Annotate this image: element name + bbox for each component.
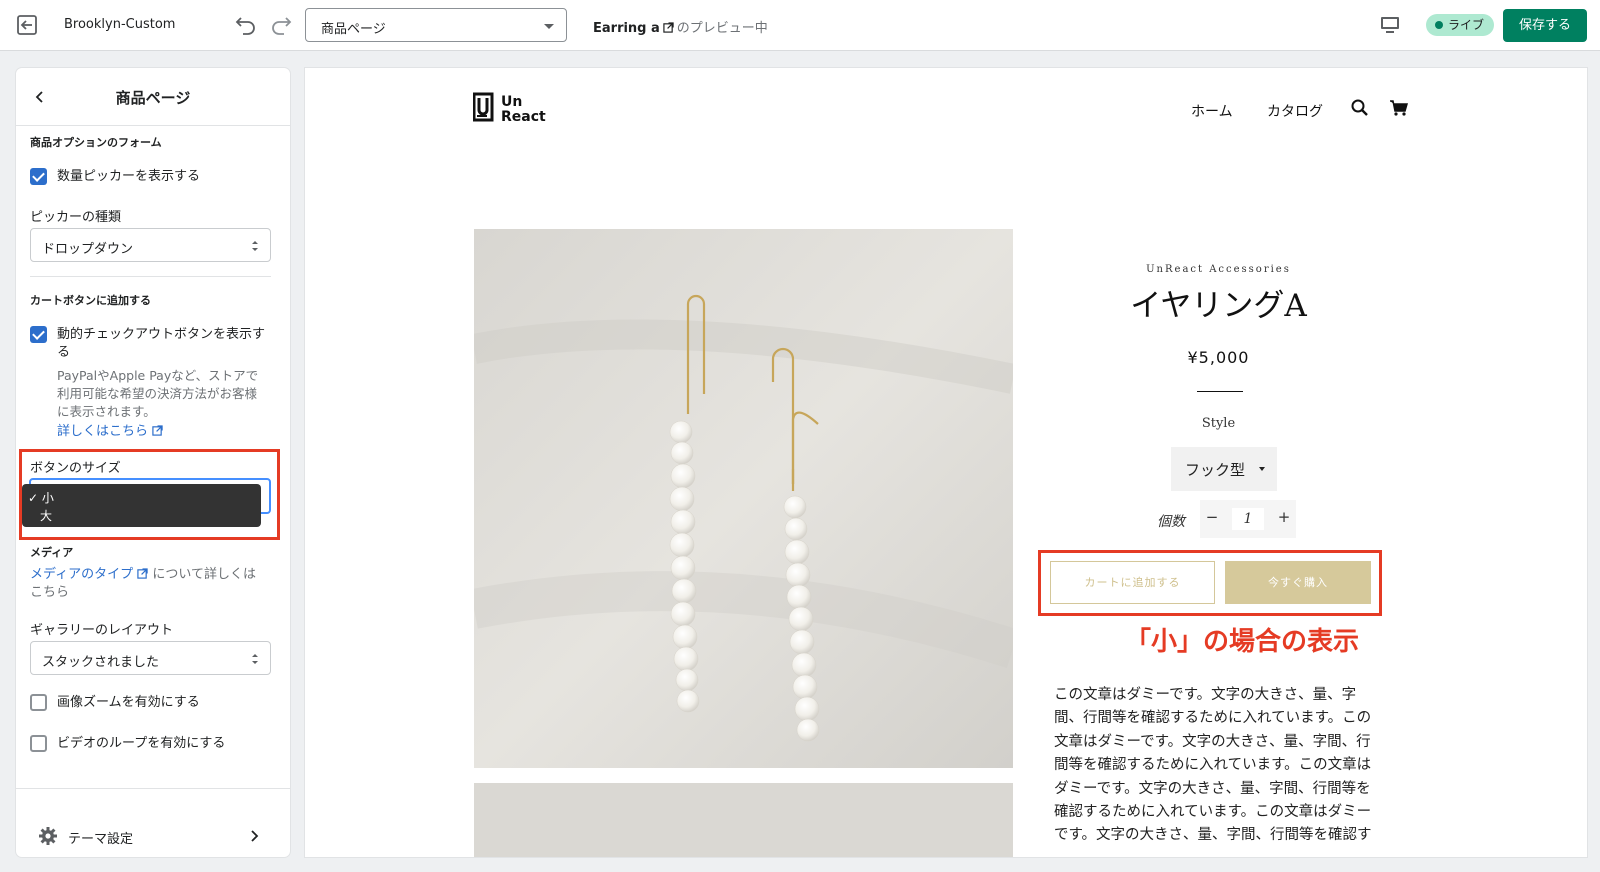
enable-zoom-checkbox[interactable]: 画像ズームを有効にする	[30, 694, 200, 712]
chevron-right-icon	[251, 830, 259, 842]
product-vendor: UnReact Accessories	[1146, 264, 1291, 275]
nav-catalog-link[interactable]: カタログ	[1267, 101, 1323, 121]
external-link-icon	[152, 425, 163, 436]
annotation-highlight-box	[19, 449, 280, 540]
product-description: この文章はダミーです。文字の大きさ、量、字 間、行間等を確認するために入れていま…	[1054, 684, 1390, 848]
dynamic-checkout-checkbox[interactable]: 動的チェックアウトボタンを表示す る	[30, 326, 265, 362]
select-arrows-icon	[252, 654, 258, 664]
description-line: 間等を確認するために入れています。この文章は	[1054, 757, 1372, 774]
dynamic-checkout-label: 動的チェックアウトボタンを表示す る	[57, 326, 265, 362]
chevron-down-icon	[544, 24, 554, 29]
preview-suffix: のプレビュー中	[676, 21, 768, 36]
media-help-text-1: について詳しくは	[152, 567, 256, 582]
external-link-icon	[137, 568, 148, 579]
variant-value: フック型	[1185, 461, 1246, 479]
checkbox-unchecked-icon[interactable]	[30, 694, 47, 711]
dynamic-checkout-label-line2: る	[57, 345, 71, 360]
show-qty-picker-checkbox[interactable]: 数量ピッカーを表示する	[30, 168, 200, 186]
redo-icon[interactable]	[268, 12, 294, 38]
help-line-2: 利用可能な希望の決済方法がお客様	[57, 386, 258, 401]
nav-home-link[interactable]: ホーム	[1191, 101, 1233, 121]
editor-topbar: Brooklyn-Custom 商品ページ Earring a のプレビュー中 ラ…	[0, 0, 1600, 51]
picker-type-label: ピッカーの種類	[30, 210, 122, 225]
gallery-layout-label: ギャラリーのレイアウト	[30, 623, 174, 638]
theme-settings-label: テーマ設定	[68, 832, 134, 847]
sidebar-header: 商品ページ	[16, 68, 290, 126]
quantity-label: 個数	[1157, 514, 1185, 530]
enable-zoom-label: 画像ズームを有効にする	[57, 695, 200, 710]
dynamic-checkout-help: PayPalやApple Payなど、ストアで 利用可能な希望の決済方法がお客様…	[57, 367, 271, 421]
dynamic-checkout-label-line1: 動的チェックアウトボタンを表示す	[57, 327, 266, 342]
store-name: Brooklyn-Custom	[64, 17, 176, 32]
variant-select[interactable]: フック型	[1171, 447, 1277, 491]
product-price: ¥5,000	[1187, 348, 1250, 367]
exit-icon[interactable]	[14, 12, 40, 38]
theme-settings-row[interactable]: テーマ設定	[16, 788, 290, 857]
checkbox-unchecked-icon[interactable]	[30, 735, 47, 752]
description-line: この文章はダミーです。文字の大きさ、量、字	[1054, 687, 1357, 703]
description-line: 間、行間等を確認するために入れています。この	[1054, 710, 1372, 727]
picker-type-value: ドロップダウン	[42, 242, 134, 257]
desktop-icon[interactable]	[1379, 14, 1401, 36]
media-help: メディアのタイプ について詳しくは こちら	[30, 566, 271, 602]
quantity-stepper: − 1 +	[1200, 500, 1296, 538]
checkbox-checked-icon[interactable]	[30, 168, 47, 185]
settings-sidebar: 商品ページ 商品オプションのフォーム 数量ピッカーを表示する ピッカーの種類 ド…	[16, 68, 290, 857]
gallery-layout-value: スタックされました	[42, 655, 160, 670]
quantity-decrease-button[interactable]: −	[1202, 508, 1222, 526]
page-template-select[interactable]: 商品ページ	[305, 8, 567, 42]
logo-line2: React	[501, 109, 546, 124]
help-line-1: PayPalやApple Payなど、ストアで	[57, 368, 259, 383]
annotation-text: 「小」の場合の表示	[1125, 627, 1360, 657]
description-line: です。文字の大きさ、量、字間、行間等を確認す	[1054, 827, 1372, 844]
quantity-increase-button[interactable]: +	[1274, 508, 1294, 526]
product-image-secondary[interactable]	[474, 783, 1013, 857]
select-arrows-icon	[252, 241, 258, 251]
caret-down-icon	[1259, 467, 1265, 471]
media-type-link[interactable]: メディアのタイプ	[30, 567, 133, 582]
checkbox-checked-icon[interactable]	[30, 326, 47, 343]
description-line: 文章はダミーです。文字の大きさ、量、字間、行	[1054, 733, 1371, 750]
search-icon[interactable]	[1350, 98, 1370, 118]
preview-info: Earring a のプレビュー中	[593, 17, 768, 36]
show-qty-picker-label: 数量ピッカーを表示する	[57, 169, 201, 184]
sidebar-title: 商品ページ	[115, 89, 191, 107]
storefront-preview: Un React ホーム カタログ UnReact Accessories イヤ…	[305, 68, 1587, 857]
live-status-badge: ライブ	[1426, 14, 1495, 36]
save-button[interactable]: 保存する	[1503, 9, 1587, 42]
gallery-layout-select[interactable]: スタックされました	[30, 641, 271, 675]
product-image-main[interactable]	[474, 229, 1013, 768]
page-template-value: 商品ページ	[321, 22, 386, 37]
learn-more-link[interactable]: 詳しくはこちら	[57, 423, 271, 441]
description-line: ダミーです。文字の大きさ、量、字間、行間等を	[1054, 780, 1371, 797]
option-label: Style	[1201, 416, 1236, 431]
preview-product-name[interactable]: Earring a	[593, 21, 660, 36]
section-title-product-form: 商品オプションのフォーム	[30, 136, 162, 149]
description-line: 確認するために入れています。この文章はダミー	[1054, 804, 1372, 821]
external-link-icon[interactable]	[663, 22, 674, 33]
divider	[30, 276, 271, 277]
store-logo[interactable]: Un React	[473, 92, 557, 124]
undo-icon[interactable]	[233, 12, 259, 38]
divider	[1197, 391, 1243, 392]
section-title-media: メディア	[30, 546, 74, 559]
help-line-3: に表示されます。	[57, 404, 156, 419]
media-help-text-2: こちら	[30, 585, 70, 600]
enable-video-loop-checkbox[interactable]: ビデオのループを有効にする	[30, 735, 225, 753]
quantity-input[interactable]: 1	[1232, 508, 1264, 530]
picker-type-select[interactable]: ドロップダウン	[30, 228, 271, 262]
enable-video-loop-label: ビデオのループを有効にする	[57, 736, 226, 751]
gear-icon	[39, 827, 57, 845]
learn-more-label[interactable]: 詳しくはこちら	[57, 424, 148, 439]
annotation-highlight-box	[1038, 550, 1382, 616]
logo-line1: Un	[501, 94, 522, 110]
section-title-cart-button: カートボタンに追加する	[30, 294, 151, 307]
product-title: イヤリングA	[1130, 288, 1307, 324]
cart-icon[interactable]	[1389, 98, 1409, 118]
